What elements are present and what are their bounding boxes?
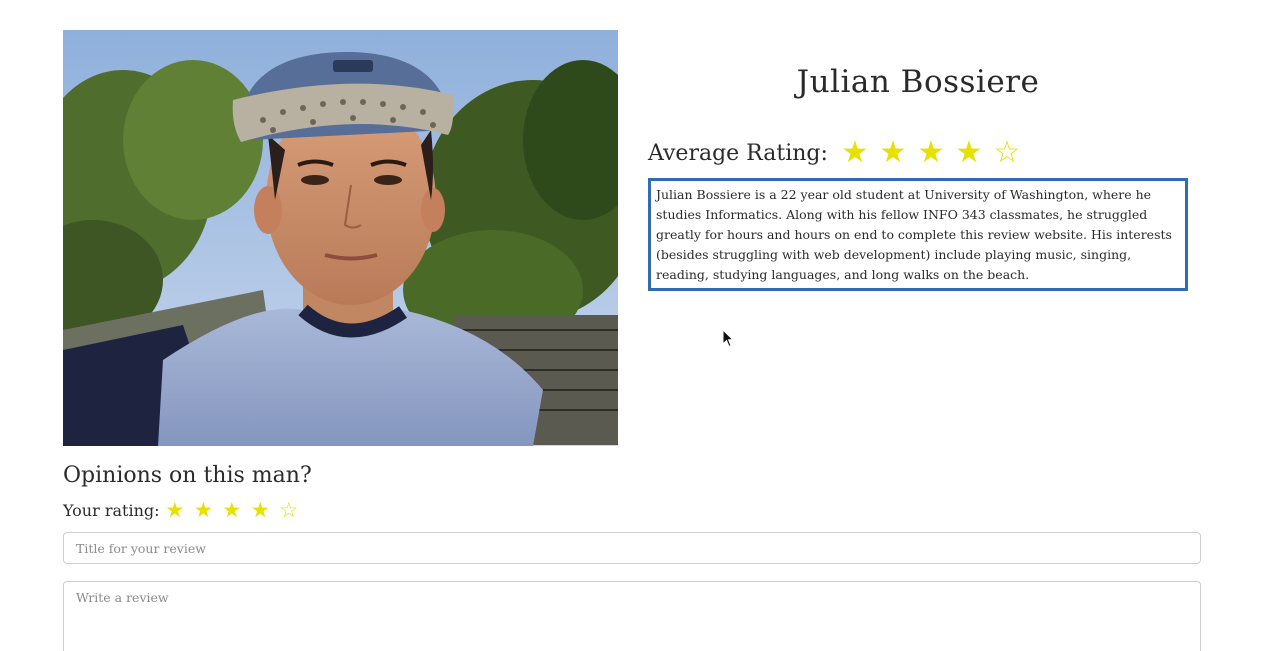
mouse-pointer-icon <box>722 329 734 348</box>
review-heading: Opinions on this man? <box>63 463 312 488</box>
star-empty-icon[interactable]: ☆ <box>275 499 304 521</box>
review-title-input[interactable] <box>63 532 1201 564</box>
star-empty-icon: ☆ <box>993 135 1021 170</box>
profile-page: Julian Bossiere Average Rating: ★ ★ ★ ★ … <box>0 0 1265 651</box>
bio-text: Julian Bossiere is a 22 year old student… <box>648 178 1188 291</box>
star-filled-icon: ★ <box>841 135 869 170</box>
your-rating-label: Your rating: <box>63 500 160 520</box>
star-filled-icon: ★ <box>917 135 945 170</box>
your-rating: Your rating: ★ ★ ★ ★ ☆ <box>63 497 303 523</box>
star-filled-icon: ★ <box>879 135 907 170</box>
average-rating-label: Average Rating: <box>648 140 828 166</box>
star-filled-icon[interactable]: ★ <box>246 499 275 521</box>
star-filled-icon[interactable]: ★ <box>189 499 218 521</box>
star-filled-icon[interactable]: ★ <box>161 499 190 521</box>
average-rating: Average Rating: ★ ★ ★ ★ ☆ <box>648 137 1026 169</box>
star-filled-icon[interactable]: ★ <box>218 499 247 521</box>
profile-name: Julian Bossiere <box>796 64 1040 100</box>
star-filled-icon: ★ <box>955 135 983 170</box>
profile-photo <box>63 30 618 446</box>
review-body-input[interactable] <box>63 581 1201 651</box>
